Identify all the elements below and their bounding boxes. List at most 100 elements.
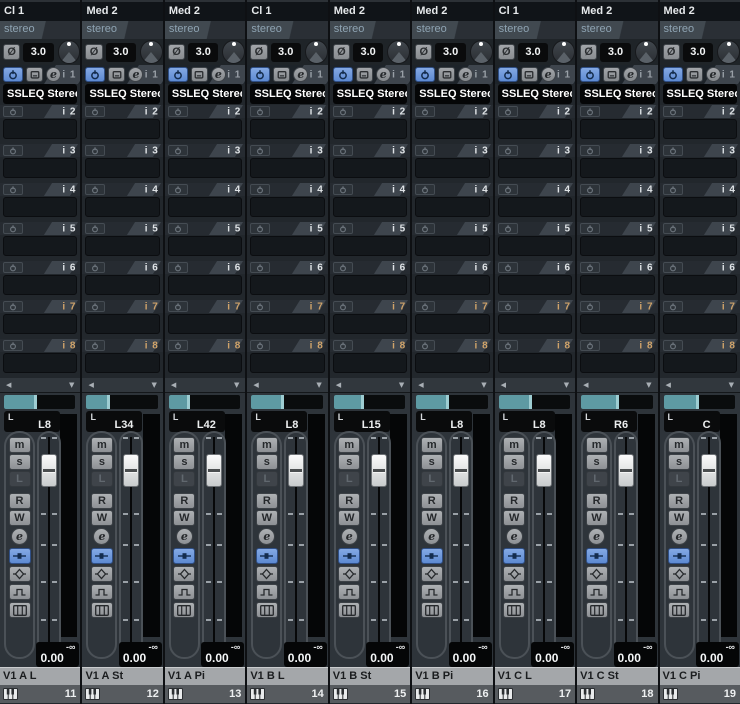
insert-slot-empty[interactable] (498, 353, 572, 373)
insert-power-button[interactable] (663, 106, 683, 117)
pan-slider[interactable] (169, 395, 240, 409)
gain-knob[interactable] (140, 40, 163, 64)
channel-input-config[interactable]: stereo (82, 21, 162, 39)
insert-slot-empty[interactable] (498, 314, 572, 334)
phase-button[interactable]: Ø (415, 44, 432, 60)
insert-power-button[interactable] (333, 106, 353, 117)
instrument-button[interactable] (668, 602, 690, 618)
eq-state-button[interactable] (338, 566, 360, 582)
write-automation-button[interactable]: W (9, 510, 31, 526)
insert-power-button[interactable] (415, 184, 435, 195)
insert-slot-empty[interactable] (415, 353, 489, 373)
rack-menu-icon[interactable]: ▼ (316, 382, 321, 389)
rack-menu-icon[interactable]: ▼ (234, 382, 239, 389)
insert-bypass-button[interactable] (521, 67, 538, 82)
fader-db-value[interactable]: 0.00 (535, 651, 558, 665)
insert-power-button[interactable] (168, 223, 188, 234)
gain-value[interactable]: 3.0 (271, 43, 301, 62)
insert-power-button-active[interactable] (580, 67, 600, 82)
insert-power-button[interactable] (85, 262, 105, 273)
phase-button[interactable]: Ø (250, 44, 267, 60)
insert-power-button[interactable] (498, 145, 518, 156)
insert-power-button[interactable] (580, 106, 600, 117)
insert-slot-empty[interactable] (498, 158, 572, 178)
pan-slider[interactable] (499, 395, 570, 409)
inserts-state-button[interactable] (503, 548, 525, 564)
pan-slider[interactable] (86, 395, 157, 409)
insert-power-button[interactable] (250, 106, 270, 117)
gain-knob[interactable] (717, 40, 740, 64)
rack-menu-icon[interactable]: ▼ (481, 382, 486, 389)
channel-input-config[interactable]: stereo (0, 21, 80, 39)
channel-input-config[interactable]: stereo (577, 21, 657, 39)
insert-power-button[interactable] (168, 301, 188, 312)
read-automation-button[interactable]: R (338, 493, 360, 509)
listen-button[interactable]: L (503, 471, 525, 487)
insert-power-button[interactable] (3, 223, 23, 234)
insert-power-button[interactable] (168, 145, 188, 156)
fader-handle[interactable] (41, 454, 57, 487)
listen-button[interactable]: L (173, 471, 195, 487)
channel-title[interactable]: Med 2 (330, 0, 410, 21)
sends-state-button[interactable] (91, 584, 113, 600)
solo-button[interactable]: s (338, 454, 360, 470)
insert-power-button-active[interactable] (333, 67, 353, 82)
rack-menu-icon[interactable]: ▼ (399, 382, 404, 389)
insert-slot-empty[interactable] (333, 197, 407, 217)
mute-button[interactable]: m (9, 437, 31, 453)
gain-value[interactable]: 3.0 (23, 43, 53, 62)
channel-name[interactable]: V1 A St (82, 667, 162, 685)
insert-slot-plugin[interactable]: SSLEQ Stereo (498, 84, 572, 104)
gain-value[interactable]: 3.0 (600, 43, 630, 62)
insert-power-button-active[interactable] (498, 67, 518, 82)
insert-power-button[interactable] (85, 340, 105, 351)
sends-state-button[interactable] (586, 584, 608, 600)
fader-db-value[interactable]: 0.00 (123, 651, 146, 665)
insert-slot-empty[interactable] (3, 353, 77, 373)
eq-state-button[interactable] (586, 566, 608, 582)
write-automation-button[interactable]: W (256, 510, 278, 526)
solo-button[interactable]: s (256, 454, 278, 470)
insert-slot-empty[interactable] (498, 236, 572, 256)
solo-button[interactable]: s (9, 454, 31, 470)
insert-slot-empty[interactable] (168, 197, 242, 217)
pan-value-box[interactable]: L L15 (334, 411, 390, 432)
insert-slot-empty[interactable] (250, 158, 324, 178)
insert-slot-empty[interactable] (3, 275, 77, 295)
solo-button[interactable]: s (503, 454, 525, 470)
insert-power-button[interactable] (3, 145, 23, 156)
insert-power-button[interactable] (250, 301, 270, 312)
eq-state-button[interactable] (9, 566, 31, 582)
instrument-button[interactable] (256, 602, 278, 618)
insert-slot-empty[interactable] (168, 158, 242, 178)
pan-slider[interactable] (4, 395, 75, 409)
insert-slot-empty[interactable] (168, 119, 242, 139)
insert-slot-plugin[interactable]: SSLEQ Stereo (415, 84, 489, 104)
insert-slot-empty[interactable] (333, 158, 407, 178)
insert-power-button-active[interactable] (663, 67, 683, 82)
edit-channel-button[interactable]: e (506, 528, 523, 545)
solo-button[interactable]: s (173, 454, 195, 470)
collapse-left-icon[interactable]: ◀ (418, 382, 423, 389)
insert-power-button[interactable] (85, 184, 105, 195)
gain-knob[interactable] (58, 40, 81, 64)
insert-power-button[interactable] (85, 145, 105, 156)
insert-slot-empty[interactable] (580, 275, 654, 295)
fader-db-value[interactable]: 0.00 (40, 651, 63, 665)
mute-button[interactable]: m (338, 437, 360, 453)
channel-name[interactable]: V1 C St (577, 667, 657, 685)
insert-slot-plugin[interactable]: SSLEQ Stereo (168, 84, 242, 104)
pan-slider[interactable] (664, 395, 735, 409)
mute-button[interactable]: m (91, 437, 113, 453)
insert-slot-empty[interactable] (663, 275, 737, 295)
gain-value[interactable]: 3.0 (188, 43, 218, 62)
edit-channel-button[interactable]: e (176, 528, 193, 545)
insert-slot-empty[interactable] (250, 236, 324, 256)
rack-menu-icon[interactable]: ▼ (729, 382, 734, 389)
insert-slot-empty[interactable] (498, 197, 572, 217)
pan-value-box[interactable]: L L8 (4, 411, 60, 432)
sends-state-button[interactable] (503, 584, 525, 600)
listen-button[interactable]: L (91, 471, 113, 487)
write-automation-button[interactable]: W (338, 510, 360, 526)
instrument-button[interactable] (503, 602, 525, 618)
